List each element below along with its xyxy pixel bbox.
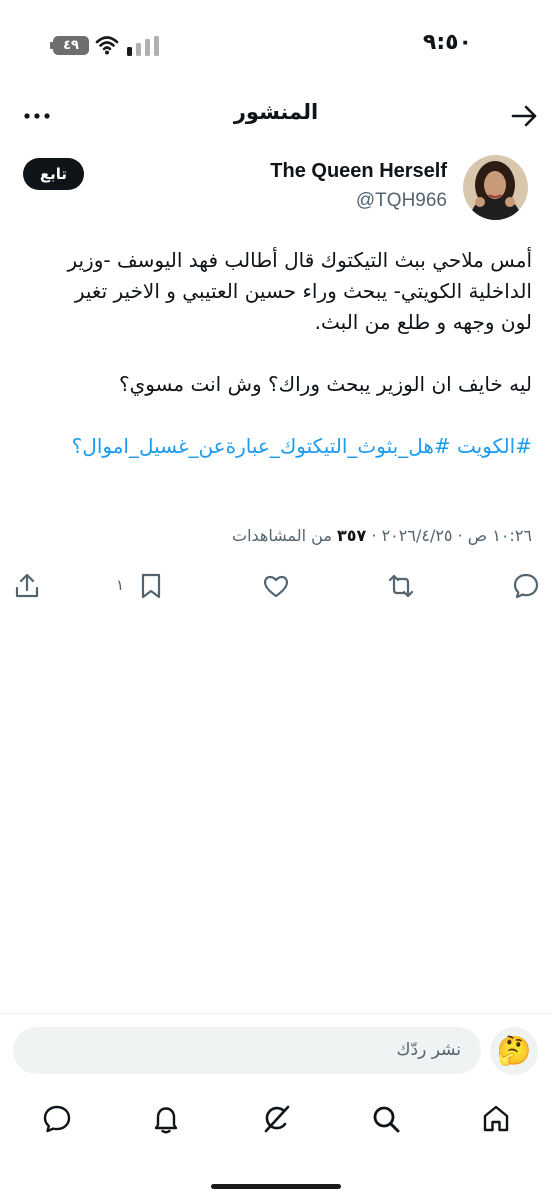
follow-button[interactable]: تابع [23,158,84,190]
avatar[interactable] [463,155,528,220]
reply-input[interactable]: نشر ردّك [13,1027,481,1074]
emoji-avatar[interactable]: 🤔 [490,1027,538,1075]
home-indicator[interactable] [211,1184,341,1189]
status-time: ٩:٥٠ [422,30,472,55]
bookmark-button[interactable] [137,572,165,600]
battery-indicator: ٤٩ [53,36,89,55]
meta-separator: · [371,526,377,545]
avatar-photo [463,155,528,220]
reply-icon [513,573,539,599]
wifi-icon [95,36,119,55]
nav-search[interactable] [370,1103,402,1135]
like-button[interactable] [262,572,290,600]
post-text: أمس ملاحي ببث التيكتوك قال أطالب فهد الي… [16,245,532,462]
post-line: أمس ملاحي ببث التيكتوك قال أطالب فهد الي… [67,248,532,272]
top-bar: المنشور [0,92,552,140]
repost-button[interactable] [387,572,415,600]
nav-messages[interactable] [41,1103,73,1135]
action-bar: ١ [0,570,552,606]
back-arrow-icon[interactable] [510,102,538,130]
nav-notifications[interactable] [150,1103,182,1135]
bookmark-icon [141,573,161,599]
author-name[interactable]: The Queen Herself [270,160,447,183]
post-line: الداخلية الكويتي- يبحث وراء حسين العتيبي… [74,279,532,303]
bottom-nav [0,1095,552,1143]
divider [0,1013,552,1014]
signal-icon [127,36,159,56]
page-title: المنشور [233,100,319,124]
like-icon [264,575,288,598]
share-button[interactable] [13,572,41,600]
grok-icon [264,1105,290,1133]
post-time: ١٠:٢٦ ص [467,526,532,545]
post-hashtags[interactable]: #الكويت #هل_بثوث_التيكتوك_عبارةعن_غسيل_ا… [16,431,532,462]
search-icon [373,1106,400,1133]
views-count: ٣٥٧ [337,526,367,545]
post-date: ٢٠٢٦/٤/٢٥ [381,526,453,545]
home-icon [483,1105,509,1132]
post-line: لون وجهه و طلع من البث. [314,310,532,334]
nav-grok[interactable] [260,1103,292,1135]
notifications-icon [154,1107,178,1134]
share-icon [15,573,39,598]
status-bar: ٤٩ ٩:٥٠ [0,28,552,64]
meta-separator: · [457,526,463,545]
bookmark-count: ١ [116,576,125,594]
messages-icon [43,1105,71,1133]
author-handle[interactable]: @TQH966 [356,190,447,212]
nav-home[interactable] [480,1103,512,1135]
reply-button[interactable] [512,572,540,600]
post-meta: ١٠:٢٦ ص · ٢٠٢٦/٤/٢٥ · ٣٥٧ من المشاهدات [232,526,532,545]
post-question: ليه خايف ان الوزير يبحث وراك؟ وش انت مسو… [118,372,532,396]
views-label[interactable]: من المشاهدات [232,526,332,545]
repost-icon [388,574,414,598]
